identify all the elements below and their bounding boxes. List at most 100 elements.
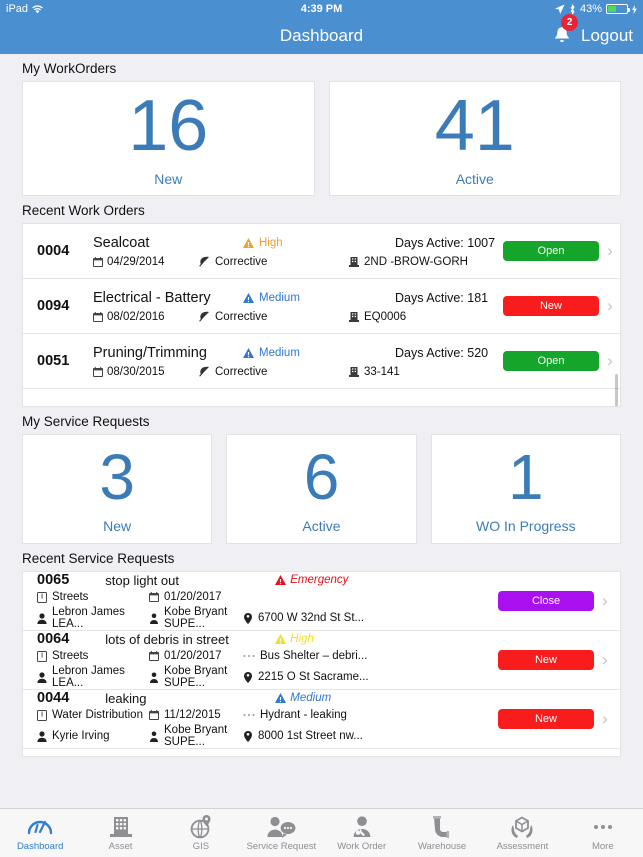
status-badge[interactable]: New (498, 650, 594, 670)
chevron-right-icon[interactable]: › (594, 709, 616, 729)
servicerequest-category-cell: Water Distribution (37, 709, 149, 721)
calendar-icon (149, 651, 159, 661)
servicerequest-title: leaking (105, 690, 147, 706)
table-row[interactable]: 0004 Sealcoat High Days Active: 1007 04/… (23, 224, 620, 279)
logout-button[interactable]: Logout (581, 26, 633, 46)
chevron-right-icon[interactable]: › (594, 650, 616, 670)
servicerequest-new-card[interactable]: 3 New (22, 434, 213, 544)
building-icon (349, 311, 359, 322)
workorder-date: 04/29/2014 (107, 255, 165, 268)
tab-warehouse[interactable]: Warehouse (402, 809, 482, 857)
status-badge[interactable]: Close (498, 591, 594, 611)
recent-service-requests-section-title: Recent Service Requests (22, 551, 175, 566)
device-label: iPad (6, 3, 29, 15)
status-badge[interactable]: Open (503, 351, 599, 371)
servicerequest-date-cell: 01/20/2017 (149, 650, 243, 662)
list-item[interactable]: 0064 lots of debris in street High Stree… (23, 631, 620, 690)
workorder-date-cell: 04/29/2014 (93, 256, 199, 268)
tab-asset[interactable]: Asset (80, 809, 160, 857)
building-icon (109, 815, 132, 839)
servicerequest-assignee-cell: Kobe Bryant SUPE... (149, 724, 243, 748)
status-badge[interactable]: Open (503, 241, 599, 261)
speedometer-icon (27, 815, 53, 839)
tab-gis[interactable]: GIS (161, 809, 241, 857)
servicerequest-address-cell: 6700 W 32nd St St... (243, 612, 393, 624)
workorder-title: Pruning/Trimming (93, 344, 207, 361)
tab-work-order[interactable]: Work Order (322, 809, 402, 857)
chevron-right-icon[interactable]: › (599, 406, 621, 407)
notification-bell-button[interactable]: 2 (551, 14, 578, 48)
servicerequest-id: 0064 (37, 631, 70, 647)
charging-bolt-icon (632, 4, 637, 14)
servicerequest-date-cell: 01/20/2017 (149, 591, 243, 603)
servicerequest-wo-inprogress-card[interactable]: 1 WO In Progress (430, 434, 621, 544)
table-row[interactable]: 0051 Pruning/Trimming Medium Days Active… (23, 334, 620, 389)
chevron-right-icon[interactable]: › (594, 591, 616, 611)
list-item[interactable]: 0065 stop light out Emergency Streets 01… (23, 572, 620, 631)
servicerequest-date-cell: 11/12/2015 (149, 709, 243, 721)
leaf-icon (199, 366, 210, 377)
servicerequest-priority: Emergency (290, 574, 349, 586)
building-icon (349, 366, 359, 377)
servicerequest-asset: Hydrant - leaking (260, 709, 347, 721)
list-scrollbar[interactable] (615, 374, 618, 406)
servicerequest-priority-cell: Emergency (275, 574, 425, 586)
status-bar: iPad 4:39 PM 43% (0, 0, 643, 18)
leaf-icon (199, 256, 210, 267)
my-workorders-cards: 16 New 41 Active (0, 81, 643, 196)
calendar-icon (93, 256, 103, 267)
box-hands-icon (509, 815, 535, 839)
status-badge[interactable]: New (503, 296, 599, 316)
recent-service-requests-list[interactable]: 0065 stop light out Emergency Streets 01… (22, 571, 621, 757)
workorder-days-active: Days Active: 181 (395, 290, 489, 305)
servicerequest-category: Water Distribution (52, 709, 143, 721)
map-pin-person-icon (243, 730, 253, 742)
servicerequest-assignee: Kobe Bryant SUPE... (164, 606, 228, 630)
tab-more[interactable]: More (563, 809, 643, 857)
calendar-icon (149, 592, 159, 602)
calendar-icon (149, 710, 159, 720)
tab-assessment[interactable]: Assessment (482, 809, 562, 857)
pipe-icon (430, 815, 454, 839)
chevron-right-icon[interactable]: › (599, 351, 620, 371)
map-pin-person-icon (243, 671, 253, 683)
battery-icon (606, 4, 630, 14)
servicerequest-new-count: 3 (99, 440, 135, 513)
tab-asset-label: Asset (108, 840, 133, 852)
recent-workorders-list[interactable]: 0004 Sealcoat High Days Active: 1007 04/… (22, 223, 621, 407)
servicerequest-id: 0065 (37, 572, 70, 588)
workorder-active-card[interactable]: 41 Active (328, 81, 621, 196)
tab-dashboard[interactable]: Dashboard (0, 809, 80, 857)
servicerequest-row-body: 0064 lots of debris in street High Stree… (37, 631, 498, 689)
status-bar-time: 4:39 PM (300, 3, 343, 15)
book-icon (37, 650, 47, 662)
servicerequest-address: 8000 1st Street nw... (258, 730, 363, 742)
list-item[interactable]: 0015 sewer backup on street, very Emerge… (23, 749, 620, 756)
status-badge[interactable] (503, 406, 599, 407)
workorder-new-card[interactable]: 16 New (22, 81, 315, 196)
warning-triangle-icon (275, 634, 287, 644)
workorder-type: Corrective (215, 255, 268, 268)
person-icon (149, 672, 159, 683)
servicerequest-active-card[interactable]: 6 Active (226, 434, 417, 544)
table-row[interactable]: 0094 Electrical - Battery Medium Days Ac… (23, 279, 620, 334)
table-row[interactable]: 0002 Crack Sealing Medium Days Active: 1… (23, 389, 621, 407)
dashboard-scroll-area[interactable]: My WorkOrders 16 New 41 Active Recent Wo… (0, 54, 643, 857)
chevron-right-icon[interactable]: › (599, 296, 620, 316)
workorder-asset: 33-141 (364, 365, 400, 378)
list-item[interactable]: 0044 leaking Medium Water Distribution 1… (23, 690, 620, 749)
tab-service-request[interactable]: Service Request (241, 809, 321, 857)
servicerequest-requester: Lebron James LEA... (52, 665, 125, 689)
status-badge[interactable]: New (498, 709, 594, 729)
workorder-row-body: Sealcoat High Days Active: 1007 04/29/20… (93, 235, 503, 268)
servicerequest-wo-inprogress-label: WO In Progress (476, 517, 576, 534)
servicerequest-asset-cell: Hydrant - leaking (243, 709, 393, 721)
servicerequest-title: lots of debris in street (105, 631, 229, 647)
map-pin-person-icon (243, 612, 253, 624)
workorder-priority-cell: Medium (243, 292, 395, 304)
tab-warehouse-label: Warehouse (417, 840, 467, 852)
person-icon (37, 612, 47, 624)
chevron-right-icon[interactable]: › (599, 241, 620, 261)
servicerequest-category-cell: Streets (37, 650, 149, 662)
workorder-title: Sealcoat (93, 234, 150, 251)
